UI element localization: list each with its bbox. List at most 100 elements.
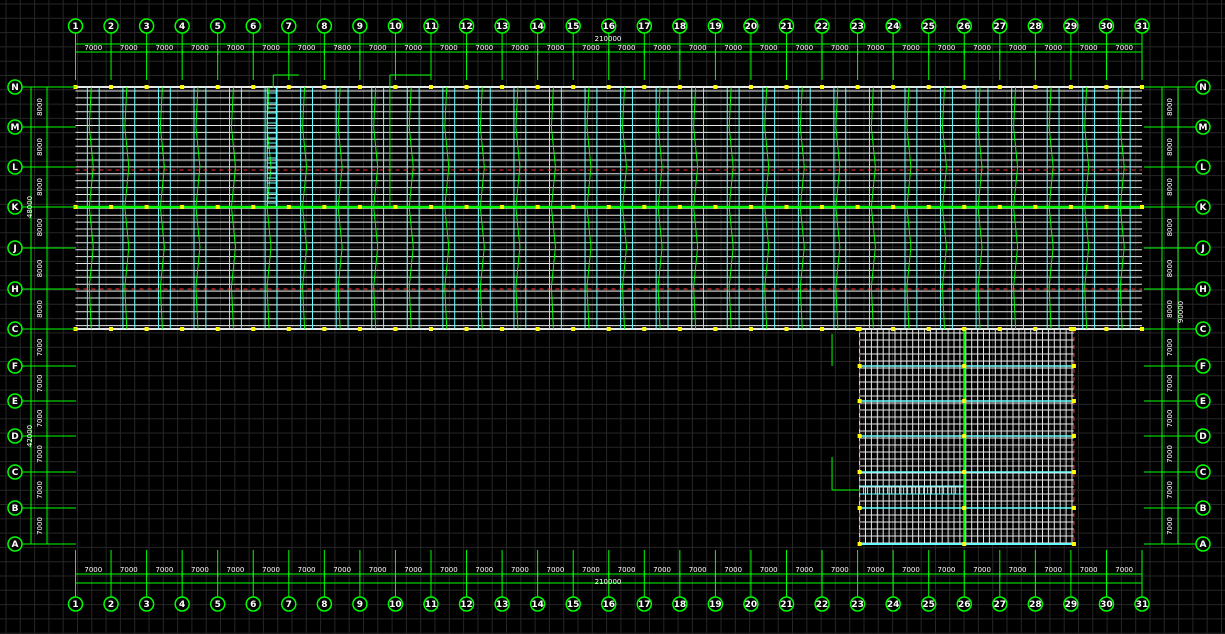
column-axis-label: 27: [994, 600, 1007, 610]
column-marker: [857, 542, 862, 546]
column-marker: [322, 205, 327, 209]
column-marker: [857, 434, 862, 438]
span-dimension-label: 7000: [511, 44, 529, 52]
span-dimension-label: 7000: [369, 566, 387, 574]
structure-members: [73, 74, 1144, 546]
row-dimension-label: 8000: [36, 300, 44, 318]
row-axis-label: J: [12, 244, 16, 254]
row-axis-label: C: [12, 325, 19, 335]
column-marker: [215, 327, 220, 331]
column-marker: [962, 542, 967, 546]
row-dimension-label: 7000: [1166, 481, 1174, 499]
row-dimension-label: 7000: [1166, 445, 1174, 463]
column-marker: [962, 399, 967, 403]
column-marker: [251, 205, 256, 209]
span-dimension-label: 7000: [724, 44, 742, 52]
column-axis-label: 18: [674, 600, 687, 610]
column-marker: [855, 85, 860, 89]
column-axis-label: 10: [389, 22, 402, 32]
column-marker: [393, 327, 398, 331]
column-marker: [144, 205, 149, 209]
row-dimension-label: 7000: [36, 517, 44, 535]
span-dimension-label: 7000: [582, 566, 600, 574]
column-axis-label: 7: [286, 600, 292, 610]
cad-drawing-canvas: 7000 7000 7000 7000 7000 7000 7000 7800 7000 7000…: [0, 0, 1225, 634]
span-dimension-label: 7000: [1009, 566, 1027, 574]
total-width-dimension: 210000: [595, 578, 622, 586]
span-dimension-label: 7000: [1009, 44, 1027, 52]
row-dimension-label: 8000: [36, 219, 44, 237]
span-dimension-label: 7000: [795, 566, 813, 574]
row-axis-label: N: [11, 83, 19, 93]
column-marker: [109, 327, 114, 331]
span-dimension-label: 7000: [689, 566, 707, 574]
span-dimension-label: 7000: [120, 44, 138, 52]
column-marker: [500, 327, 505, 331]
span-dimension-label: 7000: [582, 44, 600, 52]
span-dimension-label: 7000: [618, 566, 636, 574]
column-marker: [535, 205, 540, 209]
column-marker: [1104, 205, 1109, 209]
row-axis-label: L: [1200, 163, 1206, 173]
column-axis-label: 22: [816, 22, 829, 32]
span-dimension-label: 7000: [760, 44, 778, 52]
column-marker: [571, 85, 576, 89]
column-marker: [251, 85, 256, 89]
column-marker: [962, 364, 967, 368]
total-dimension-label: 90000: [1177, 301, 1185, 323]
column-marker: [962, 434, 967, 438]
column-marker: [1071, 364, 1076, 368]
column-marker: [1068, 205, 1073, 209]
column-marker: [1140, 85, 1144, 89]
span-dimension-label: 7000: [760, 566, 778, 574]
row-axis-label: F: [1200, 362, 1206, 372]
span-dimension-label: 7000: [902, 44, 920, 52]
span-dimension-label: 7000: [831, 44, 849, 52]
span-dimension-label: 7000: [155, 44, 173, 52]
column-axis-label: 8: [321, 22, 327, 32]
row-dimension-label: 8000: [1166, 178, 1174, 196]
column-axis-label: 18: [674, 22, 687, 32]
column-marker: [713, 327, 718, 331]
row-axis-label: K: [12, 203, 20, 213]
column-marker: [500, 85, 505, 89]
span-dimension-label: 7000: [191, 566, 209, 574]
row-axis-label: C: [1200, 325, 1207, 335]
column-axis-label: 12: [460, 600, 473, 610]
row-dimension-label: 7000: [36, 481, 44, 499]
column-marker: [215, 205, 220, 209]
row-dimension-label: 8000: [36, 178, 44, 196]
column-marker: [571, 205, 576, 209]
column-axis-label: 30: [1100, 22, 1113, 32]
column-axis-label: 16: [602, 600, 615, 610]
column-marker: [713, 85, 718, 89]
column-marker: [286, 327, 291, 331]
column-marker: [962, 85, 967, 89]
column-axis-label: 26: [958, 22, 971, 32]
column-marker: [1071, 542, 1076, 546]
span-dimension-label: 7000: [84, 44, 102, 52]
column-axis-label: 31: [1136, 600, 1149, 610]
column-axis-label: 23: [851, 600, 864, 610]
column-marker: [1071, 434, 1076, 438]
row-dimension-label: 8000: [1166, 219, 1174, 237]
column-marker: [677, 85, 682, 89]
column-marker: [144, 85, 149, 89]
row-dimension-label: 8000: [1166, 260, 1174, 278]
row-axis-label: M: [11, 123, 20, 133]
span-dimension-label: 7000: [227, 44, 245, 52]
column-axis-label: 2: [108, 600, 114, 610]
span-dimension-label: 7000: [84, 566, 102, 574]
row-axis-label: A: [12, 540, 19, 550]
column-axis-label: 25: [922, 22, 935, 32]
column-marker: [962, 327, 967, 331]
column-marker: [1033, 205, 1038, 209]
row-axis-label: B: [12, 504, 19, 514]
column-marker: [784, 205, 789, 209]
column-axis-label: 23: [851, 22, 864, 32]
column-marker: [857, 399, 862, 403]
row-dimension-label: 8000: [36, 138, 44, 156]
column-marker: [1071, 470, 1076, 474]
row-axis-label: F: [12, 362, 18, 372]
column-axis-label: 6: [250, 600, 256, 610]
